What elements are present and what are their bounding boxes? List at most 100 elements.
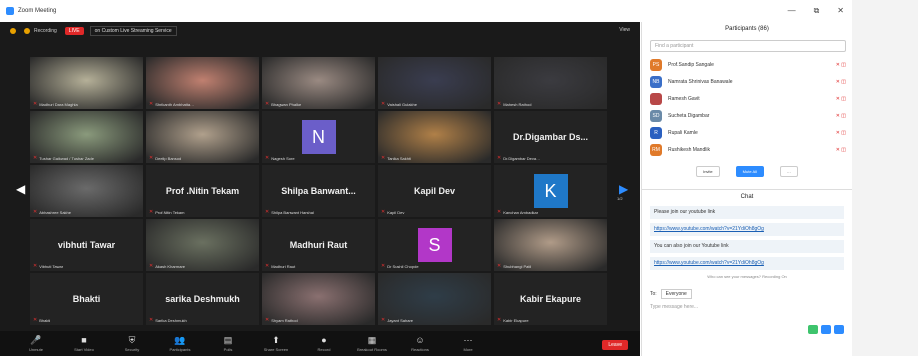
participant-name: Shilpa Banwant Harshal [271, 209, 314, 215]
toolbar-label: Start Video [74, 347, 94, 352]
chat-link[interactable]: https://www.youtube.com/watch?v=21YdiOh8… [654, 226, 764, 232]
more-options-button[interactable]: … [779, 166, 798, 177]
tile-name-label: ✕ Tushar Gaikwad / Tushar Zade [33, 155, 94, 161]
video-tile[interactable]: Dr.Digambar Ds... ✕ Dr.Digambar Deva… [494, 111, 607, 163]
participant-avatar: NB [650, 75, 662, 88]
chat-visibility-note: Who can see your messages? Recording On [707, 274, 787, 279]
mute-all-button[interactable]: Mute All [735, 166, 764, 177]
video-tile[interactable]: ✕ Mahesh Rathod [494, 57, 607, 109]
video-tile[interactable]: Shilpa Banwant... ✕ Shilpa Banwant Harshal [262, 165, 375, 217]
participant-display-name: vibhuti Tawar [57, 240, 116, 250]
participant-row[interactable]: PS Prof.Sandip Sangale ✕ ◫ [650, 56, 846, 73]
toolbar-label: Unmute [28, 347, 43, 352]
video-tile[interactable]: ✕ Bhagwan Phalke [262, 57, 375, 109]
video-tile[interactable]: Bhakti ✕ Bhakti [30, 273, 143, 325]
toolbar-more-button[interactable]: ⋯ More [444, 335, 492, 352]
participant-name: Tushar Gaikwad / Tushar Zade [39, 155, 94, 161]
toolbar-participants-button[interactable]: 👥 Participants [156, 335, 204, 352]
toolbar-breakout-rooms-button[interactable]: ▦ Breakout Rooms [348, 335, 396, 352]
video-tile[interactable]: ✕ Shubhangi Patil [494, 219, 607, 271]
title-bar: Zoom Meeting — ⧉ ✕ [0, 0, 852, 22]
muted-mic-icon: ✕ [381, 263, 386, 269]
video-tile[interactable]: ✕ Shyam Rathod [262, 273, 375, 325]
video-tile[interactable]: ✕ Akash Kharmare [146, 219, 259, 271]
participant-row[interactable]: Ramesh Gavit ✕ ◫ [650, 90, 846, 107]
participant-name: Kabir Ekapure [503, 317, 529, 323]
toolbar-share-screen-button[interactable]: ⬆ Share Screen [252, 335, 300, 352]
page-indicator: 1/2 [617, 196, 623, 201]
video-tile[interactable]: ✕ Jayant Sahare [378, 273, 491, 325]
participant-name: Rupali Kamle [668, 129, 698, 136]
recording-icon [10, 28, 16, 34]
background-blank [852, 0, 918, 356]
video-tile[interactable]: Kabir Ekapure ✕ Kabir Ekapure [494, 273, 607, 325]
chat-file-icon[interactable] [808, 325, 818, 334]
toolbar-record-button[interactable]: ● Record [300, 335, 348, 352]
video-tile[interactable]: sarika Deshmukh ✕ Sarika Deshmukh [146, 273, 259, 325]
muted-mic-icon: ✕ [265, 209, 270, 215]
chat-message-input[interactable]: Type message here... [650, 304, 844, 310]
participant-name: Dr.Digambar Deva… [503, 155, 541, 161]
restore-button[interactable]: ⧉ [814, 6, 820, 16]
muted-mic-icon: ✕ [149, 101, 154, 107]
tile-name-label: ✕ Shrikanth Ambhatta… [149, 101, 194, 107]
participant-search-input[interactable]: Find a participant [650, 40, 846, 52]
share-screen-icon: ⬆ [272, 335, 280, 345]
chat-link[interactable]: https://www.youtube.com/watch?v=21YdiOh8… [654, 260, 764, 266]
chat-screenshot-icon[interactable] [821, 325, 831, 334]
video-tile[interactable]: Kapil Dev ✕ Kapil Dev [378, 165, 491, 217]
muted-mic-icon: ✕ [497, 317, 502, 323]
participant-row[interactable]: R Rupali Kamle ✕ ◫ [650, 124, 846, 141]
tile-name-label: ✕ Shilpa Banwant Harshal [265, 209, 314, 215]
next-page-icon[interactable]: ▶ 1/2 [617, 182, 628, 201]
toolbar-polls-button[interactable]: ▤ Polls [204, 335, 252, 352]
toolbar-label: Participants [169, 347, 191, 352]
video-tile[interactable]: ✕ Tushar Gaikwad / Tushar Zade [30, 111, 143, 163]
view-button[interactable]: View [619, 27, 630, 33]
video-tile[interactable]: Prof .Nitin Tekam ✕ Prof.Nitin Tekam [146, 165, 259, 217]
video-tile[interactable]: ✕ Tanika Sakhti [378, 111, 491, 163]
previous-page-icon[interactable]: ◀ [16, 182, 25, 196]
tile-name-label: ✕ Bhagwan Phalke [265, 101, 301, 107]
video-tile[interactable]: ✕ Deelip Bansod [146, 111, 259, 163]
stream-dropdown[interactable]: on Custom Live Streaming Service [89, 26, 177, 36]
video-tile[interactable]: ✕ Vaishali Gulakhe [378, 57, 491, 109]
participant-row[interactable]: RM Rushikesh Mandlik ✕ ◫ [650, 141, 846, 158]
toolbar-reactions-button[interactable]: ☺ Reactions [396, 335, 444, 352]
participant-row[interactable]: SD Sucheta Digambar ✕ ◫ [650, 107, 846, 124]
close-button[interactable]: ✕ [837, 6, 844, 16]
chat-more-icon[interactable] [834, 325, 844, 334]
tile-name-label: ✕ Kapil Dev [381, 209, 404, 215]
tile-name-label: ✕ Kabir Ekapure [497, 317, 529, 323]
toolbar-label: Share Screen [263, 347, 289, 352]
video-tile[interactable]: N ✕ Nagesh Sore [262, 111, 375, 163]
muted-status-icon: ✕ ◫ [835, 112, 846, 119]
leave-button[interactable]: Leave [602, 340, 628, 350]
breakout-rooms-icon: ▦ [367, 335, 377, 345]
video-tile[interactable]: vibhuti Tawar ✕ Vibhuti Tawar [30, 219, 143, 271]
toolbar-security-button[interactable]: ⛨ Security [108, 335, 156, 352]
tile-name-label: ✕ Shubhangi Patil [497, 263, 531, 269]
participant-display-name: Prof .Nitin Tekam [165, 186, 240, 196]
video-tile[interactable]: Madhuri Raut ✕ Madhuri Raut [262, 219, 375, 271]
invite-button[interactable]: Invite [696, 166, 720, 177]
toolbar-label: Polls [223, 347, 233, 352]
minimize-button[interactable]: — [788, 6, 796, 16]
participant-avatar: K [533, 174, 568, 208]
participant-display-name: Bhakti [72, 294, 101, 304]
toolbar-start-video-button[interactable]: ■ Start Video [60, 335, 108, 352]
live-badge[interactable]: LIVE [64, 27, 84, 35]
muted-status-icon: ✕ ◫ [835, 146, 846, 153]
polls-icon: ▤ [223, 335, 233, 345]
video-tile[interactable]: ✕ Madhuri Dara Maghla [30, 57, 143, 109]
video-tile[interactable]: S ✕ Dr Sushil Chopde [378, 219, 491, 271]
muted-status-icon: ✕ ◫ [835, 61, 846, 68]
video-tile[interactable]: ✕ Abhashree Sakhe [30, 165, 143, 217]
video-tile[interactable]: K ✕ Kanchan Ambadkar [494, 165, 607, 217]
muted-mic-icon: ✕ [497, 101, 502, 107]
chat-recipient-select[interactable]: Everyone [660, 289, 692, 299]
participant-name: Deelip Bansod [155, 155, 182, 161]
participant-row[interactable]: NB Namrata Shrinivas Banawale ✕ ◫ [650, 73, 846, 90]
toolbar-unmute-button[interactable]: 🎤 Unmute [12, 335, 60, 352]
video-tile[interactable]: ✕ Shrikanth Ambhatta… [146, 57, 259, 109]
